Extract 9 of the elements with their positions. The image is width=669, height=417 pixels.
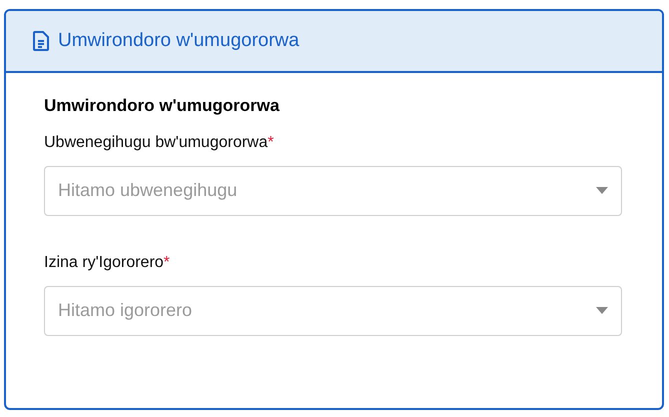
select-field[interactable]: Hitamo igororero <box>44 286 622 336</box>
dropdown-caret-icon <box>596 187 608 194</box>
document-icon <box>33 31 49 51</box>
section-title: Umwirondoro w'umugororwa <box>44 95 280 117</box>
select-field[interactable]: Hitamo ubwenegihugu <box>44 166 622 216</box>
field-label: Izina ry'Igororero* <box>44 252 171 272</box>
dropdown-caret-icon <box>596 307 608 314</box>
header-title: Umwirondoro w'umugororwa <box>58 28 300 53</box>
field-label: Ubwenegihugu bw'umugororwa* <box>44 132 275 152</box>
